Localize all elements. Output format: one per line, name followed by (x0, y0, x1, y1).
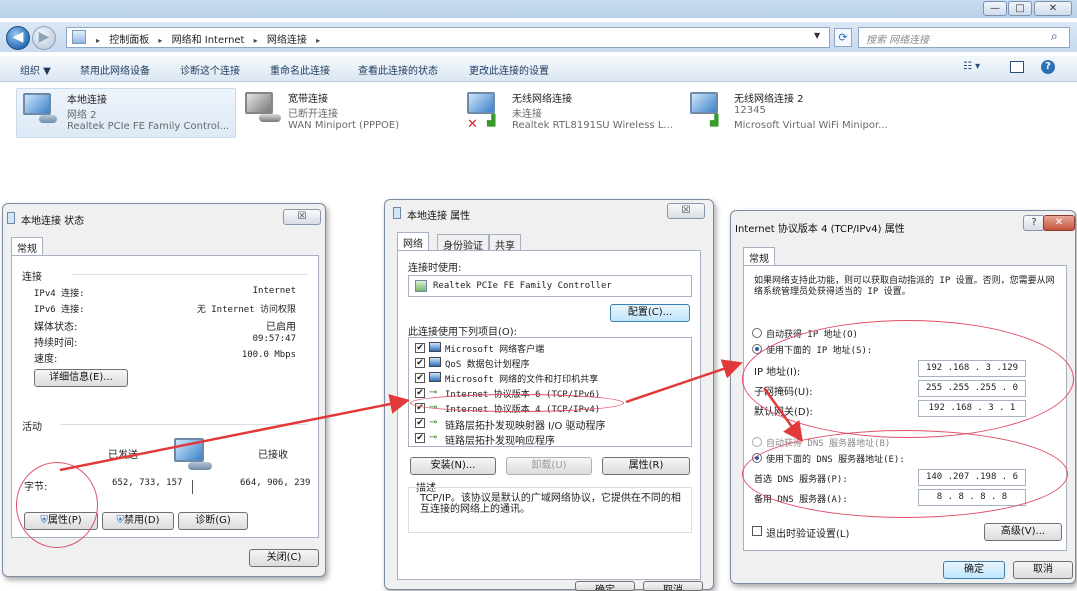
arrow-to-ipv4-item (59, 394, 410, 472)
annotation-arrows (59, 359, 803, 472)
arrow-to-dns (762, 387, 803, 443)
arrow-to-ipv4-dialog (625, 359, 743, 404)
